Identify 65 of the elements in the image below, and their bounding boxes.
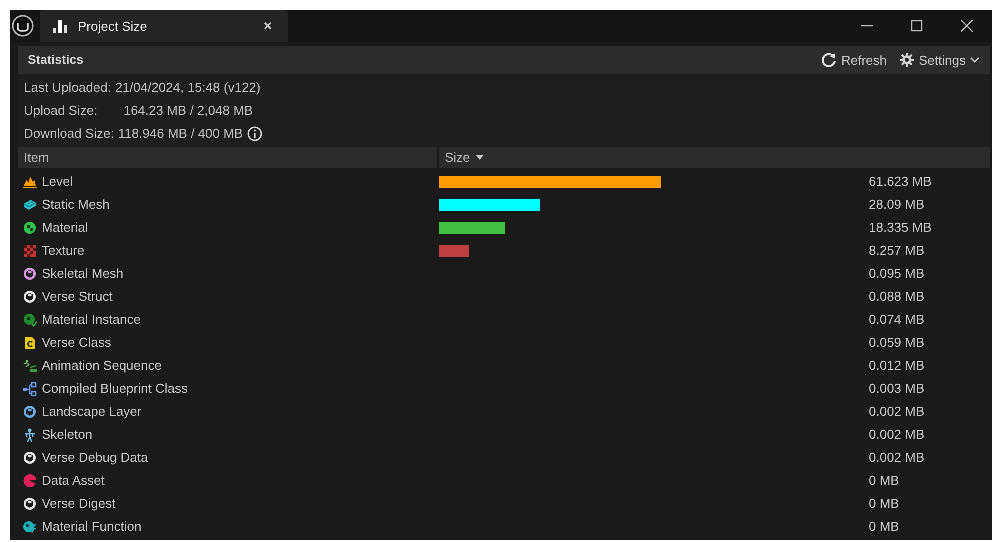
info-value: 118.946 MB / 400 MB xyxy=(118,126,244,141)
section-title: Statistics xyxy=(28,53,84,67)
cube-icon xyxy=(23,404,37,418)
item-size: 0 MB xyxy=(869,473,900,488)
item-name: Material Instance xyxy=(42,312,141,327)
cube-icon xyxy=(23,266,37,280)
item-size: 0.002 MB xyxy=(869,404,925,419)
item-size: 0 MB xyxy=(869,519,900,534)
skeleton-figure-icon xyxy=(23,428,37,442)
item-size: 0.074 MB xyxy=(869,312,925,327)
item-name: Skeletal Mesh xyxy=(42,266,124,281)
item-name: Verse Class xyxy=(42,335,112,350)
item-name: Static Mesh xyxy=(42,197,110,212)
item-size: 0.002 MB xyxy=(869,450,925,465)
item-name: Material Function xyxy=(42,519,142,534)
refresh-button[interactable]: Refresh xyxy=(821,52,888,68)
item-size: 0.059 MB xyxy=(869,335,925,350)
window-tab[interactable]: Project Size xyxy=(40,10,288,42)
info-label: Upload Size: xyxy=(24,103,98,118)
item-size: 8.257 MB xyxy=(869,243,925,258)
settings-icon xyxy=(899,52,916,68)
item-size: 0 MB xyxy=(869,496,900,511)
column-header[interactable]: Item xyxy=(18,147,439,168)
tab-title: Project Size xyxy=(78,18,148,34)
info-label: Download Size: xyxy=(24,126,114,141)
brick-icon xyxy=(23,198,37,212)
pie-icon xyxy=(23,474,37,488)
cube-icon xyxy=(23,450,37,464)
bar-chart-icon xyxy=(52,18,68,34)
info-label: Last Uploaded: xyxy=(24,80,112,95)
cube-icon xyxy=(23,290,37,304)
item-name: Data Asset xyxy=(42,473,105,488)
info-value: 164.23 MB / 2,048 MB xyxy=(124,103,254,118)
item-size: 61.623 MB xyxy=(869,174,932,189)
item-name: Skeleton xyxy=(42,427,93,442)
item-name: Material xyxy=(42,220,88,235)
checkerboard-icon xyxy=(23,244,37,258)
item-size: 0.088 MB xyxy=(869,289,925,304)
item-name: Verse Debug Data xyxy=(42,450,148,465)
item-name: Landscape Layer xyxy=(42,404,142,419)
column-header[interactable]: Size xyxy=(439,147,990,168)
item-name: Texture xyxy=(42,243,85,258)
refresh-icon xyxy=(821,52,838,68)
node-graph-icon xyxy=(23,382,37,396)
item-name: Verse Digest xyxy=(42,496,116,511)
item-name: Animation Sequence xyxy=(42,358,162,373)
item-name: Level xyxy=(42,174,74,189)
item-size: 0.003 MB xyxy=(869,381,925,396)
chevron-down-icon xyxy=(970,57,980,63)
mountain-icon xyxy=(23,174,37,188)
item-size: 0.002 MB xyxy=(869,427,925,442)
cube-icon xyxy=(23,496,37,510)
running-figure-icon xyxy=(23,358,37,372)
item-size: 0.012 MB xyxy=(869,358,925,373)
item-size: 18.335 MB xyxy=(869,220,932,235)
item-name: Verse Struct xyxy=(42,289,113,304)
close-icon xyxy=(961,20,973,32)
item-size: 0.095 MB xyxy=(869,266,925,281)
close-tab-button[interactable] xyxy=(262,20,274,32)
settings-button[interactable]: Settings xyxy=(899,52,980,68)
item-name: Compiled Blueprint Class xyxy=(42,381,188,396)
item-size: 28.09 MB xyxy=(869,197,925,212)
info-value: 21/04/2024, 15:48 (v122) xyxy=(115,80,261,95)
document-icon xyxy=(23,336,37,350)
maximize-icon xyxy=(911,20,923,32)
